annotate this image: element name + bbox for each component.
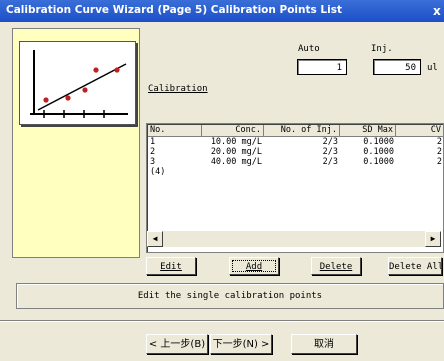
column-header-sd-max[interactable]: SD Max (340, 125, 396, 136)
list-header: No. Conc. No. of Inj. SD Max CV (148, 125, 443, 137)
edit-button[interactable]: Edit (146, 257, 196, 275)
delete-button[interactable]: Delete (311, 257, 361, 275)
table-row[interactable]: 1 10.00 mg/L 2/3 0.1000 2 (148, 137, 443, 147)
chart-fit-line (37, 63, 127, 111)
table-row[interactable]: (4) (148, 167, 443, 177)
table-row[interactable]: 2 20.00 mg/L 2/3 0.1000 2 (148, 147, 443, 157)
add-button[interactable]: Add (229, 257, 279, 275)
scroll-left-icon[interactable]: ◀ (147, 231, 163, 247)
table-row[interactable]: 3 40.00 mg/L 2/3 0.1000 2 (148, 157, 443, 167)
inj-field[interactable]: 50 (373, 59, 421, 75)
step-description: Edit the single calibration points (16, 283, 444, 309)
horizontal-scrollbar[interactable]: ◀ ▶ (147, 231, 441, 247)
column-header-inj[interactable]: No. of Inj. (264, 125, 340, 136)
separator (0, 320, 444, 322)
window-title: Calibration Curve Wizard (Page 5) Calibr… (6, 4, 342, 16)
auto-label: Auto (298, 44, 320, 54)
scroll-right-icon[interactable]: ▶ (425, 231, 441, 247)
column-header-cv[interactable]: CV (396, 125, 443, 136)
calibration-chart-icon (19, 41, 136, 125)
close-icon[interactable]: x (433, 3, 444, 19)
chart-point (65, 95, 71, 101)
inj-unit: ul (427, 63, 438, 73)
calibration-label: Calibration (148, 84, 208, 94)
column-header-conc[interactable]: Conc. (202, 125, 264, 136)
chart-point (82, 87, 88, 93)
inj-label: Inj. (371, 44, 393, 54)
chart-point (93, 67, 99, 73)
back-button[interactable]: < 上一步(B) (146, 334, 208, 354)
cancel-button[interactable]: 取消 (291, 334, 357, 354)
chart-point (43, 97, 49, 103)
delete-all-button[interactable]: Delete All (388, 257, 442, 275)
auto-field[interactable]: 1 (297, 59, 347, 75)
chart-point (114, 67, 120, 73)
title-bar: Calibration Curve Wizard (Page 5) Calibr… (0, 0, 444, 22)
next-button[interactable]: 下一步(N) > (210, 334, 272, 354)
column-header-no[interactable]: No. (148, 125, 202, 136)
